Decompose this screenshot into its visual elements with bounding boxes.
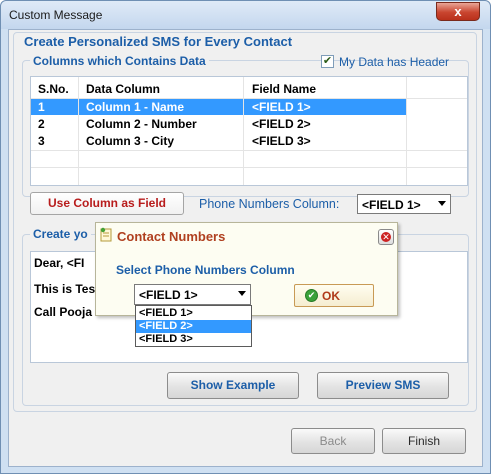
row-field-name: <FIELD 1>	[252, 100, 311, 114]
use-column-as-field-button[interactable]: Use Column as Field	[30, 192, 184, 215]
phone-numbers-column-label: Phone Numbers Column:	[199, 197, 340, 211]
row-data-column: Column 2 - Number	[86, 117, 197, 131]
main-group-title: Create Personalized SMS for Every Contac…	[21, 34, 296, 49]
row-field-name: <FIELD 3>	[252, 134, 311, 148]
chevron-down-icon	[238, 291, 246, 296]
ok-label: OK	[322, 289, 340, 303]
finish-button[interactable]: Finish	[382, 428, 466, 454]
message-line: Call Pooja	[34, 305, 93, 319]
show-example-button[interactable]: Show Example	[167, 372, 299, 399]
window-close-button[interactable]: x	[436, 2, 480, 21]
popup-select-label: Select Phone Numbers Column	[116, 263, 295, 277]
column-header-sno[interactable]: S.No.	[34, 81, 69, 97]
popup-dropdown-list: <FIELD 1> <FIELD 2> <FIELD 3>	[135, 305, 252, 347]
chevron-down-icon	[438, 201, 446, 206]
my-data-has-header-label: My Data has Header	[339, 55, 450, 69]
table-row[interactable]: 1 Column 1 - Name <FIELD 1>	[31, 99, 406, 115]
row-data-column: Column 3 - City	[86, 134, 175, 148]
message-group-title: Create yo	[30, 227, 91, 241]
table-row[interactable]: 3 Column 3 - City <FIELD 3>	[31, 133, 467, 149]
phone-numbers-column-select[interactable]: <FIELD 1>	[357, 194, 451, 214]
title-bar: Custom Message x	[1, 1, 490, 29]
message-line: This is Tes	[34, 282, 96, 296]
preview-sms-button[interactable]: Preview SMS	[317, 372, 449, 399]
back-button[interactable]: Back	[291, 428, 375, 454]
contact-numbers-popup: Contact Numbers ✕ Select Phone Numbers C…	[95, 222, 398, 316]
grid-header-row: S.No. Data Column Field Name	[31, 81, 467, 97]
row-field-name: <FIELD 2>	[252, 117, 311, 131]
columns-grid[interactable]: S.No. Data Column Field Name 1 Column 1 …	[30, 76, 468, 186]
notepad-icon	[100, 227, 112, 242]
check-icon: ✔	[305, 289, 318, 302]
row-sno: 2	[38, 117, 45, 131]
popup-title: Contact Numbers	[117, 229, 226, 244]
popup-phone-column-select[interactable]: <FIELD 1>	[134, 284, 251, 305]
message-line: Dear, <FI	[34, 256, 85, 270]
dropdown-option[interactable]: <FIELD 1>	[136, 307, 251, 320]
column-header-field-name[interactable]: Field Name	[248, 81, 316, 97]
popup-phone-column-value: <FIELD 1>	[139, 288, 198, 302]
popup-close-button[interactable]: ✕	[378, 229, 394, 245]
my-data-has-header-checkbox[interactable]: ✔	[321, 55, 334, 68]
columns-group-title: Columns which Contains Data	[30, 54, 209, 68]
close-icon: ✕	[382, 232, 390, 242]
window-title: Custom Message	[9, 8, 103, 22]
row-sno: 3	[38, 134, 45, 148]
ok-button[interactable]: ✔ OK	[294, 284, 374, 307]
dropdown-option[interactable]: <FIELD 3>	[136, 333, 251, 346]
dropdown-option[interactable]: <FIELD 2>	[136, 320, 251, 333]
table-row[interactable]: 2 Column 2 - Number <FIELD 2>	[31, 116, 467, 132]
row-sno: 1	[38, 100, 45, 114]
phone-numbers-column-value: <FIELD 1>	[362, 198, 421, 212]
row-data-column: Column 1 - Name	[86, 100, 185, 114]
column-header-data-column[interactable]: Data Column	[82, 81, 160, 97]
